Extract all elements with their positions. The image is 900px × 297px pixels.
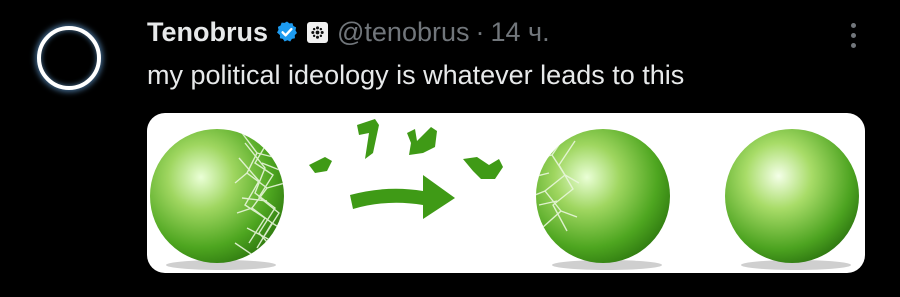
more-dot <box>850 32 856 38</box>
tweet-text: my political ideology is whatever leads … <box>147 60 685 90</box>
smooth-sphere <box>725 129 859 270</box>
tweet-header: Tenobrus @tenobrus · 14 ч. <box>147 14 550 50</box>
affiliate-badge-icon[interactable] <box>307 21 328 43</box>
more-options-icon[interactable] <box>842 18 864 52</box>
cracked-sphere-right <box>536 129 670 270</box>
author-name[interactable]: Tenobrus <box>147 17 268 48</box>
arrow-right-icon <box>350 175 455 219</box>
more-dot <box>850 22 856 28</box>
tweet-media[interactable] <box>147 113 865 273</box>
fragments-icon <box>309 119 503 179</box>
verified-badge-icon[interactable] <box>275 20 299 44</box>
timestamp[interactable]: 14 ч. <box>490 17 549 48</box>
avatar[interactable] <box>37 26 101 90</box>
more-dot <box>850 42 856 48</box>
cracked-sphere-left <box>150 129 284 270</box>
media-illustration <box>150 119 859 270</box>
separator-dot: · <box>475 16 485 47</box>
author-handle[interactable]: @tenobrus <box>337 17 469 48</box>
